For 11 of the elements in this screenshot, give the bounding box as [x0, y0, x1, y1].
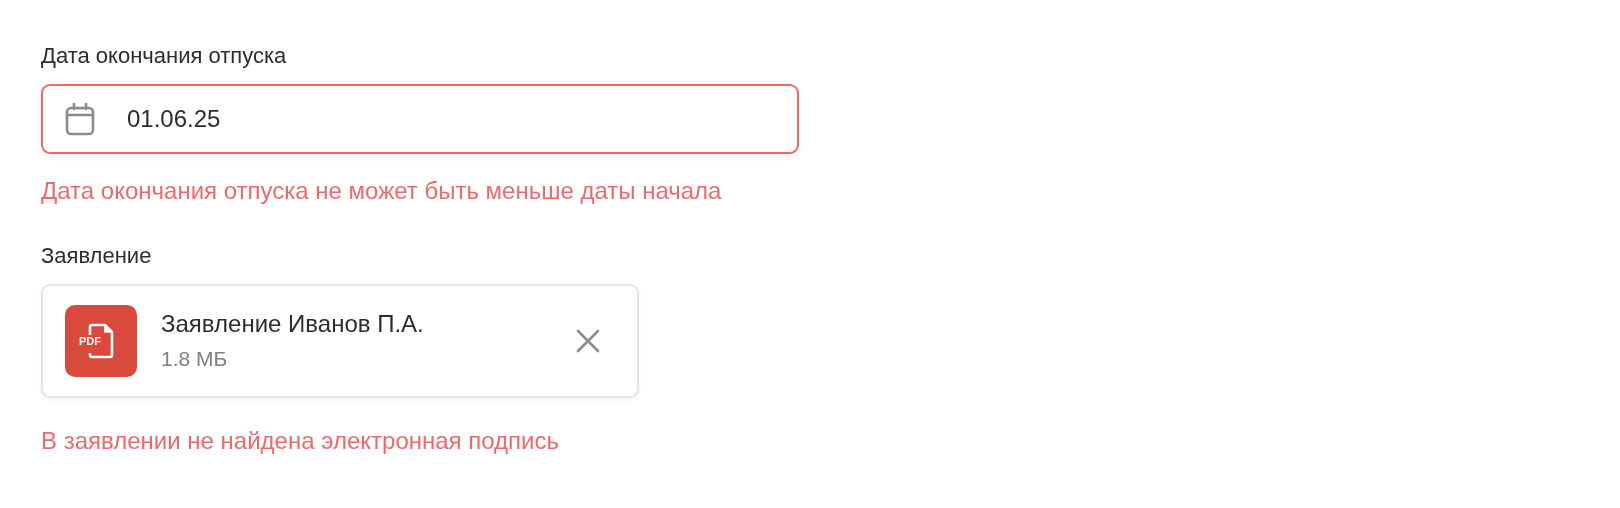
date-field[interactable]: 01.06.25	[41, 84, 799, 154]
file-name: Заявление Иванов П.А.	[161, 310, 425, 338]
file-size: 1.8 МБ	[161, 346, 229, 372]
pdf-label: PDF	[79, 335, 101, 348]
field-label: Заявление	[41, 242, 153, 270]
field-label: Дата окончания отпуска	[41, 42, 288, 70]
close-button[interactable]	[575, 328, 601, 354]
error-message: В заявлении не найдена электронная подпись	[41, 426, 560, 456]
calendar-icon	[65, 102, 95, 136]
error-message: Дата окончания отпуска не может быть меньше даты начала	[41, 176, 723, 206]
date-input[interactable]: 01.06.25	[125, 104, 729, 134]
